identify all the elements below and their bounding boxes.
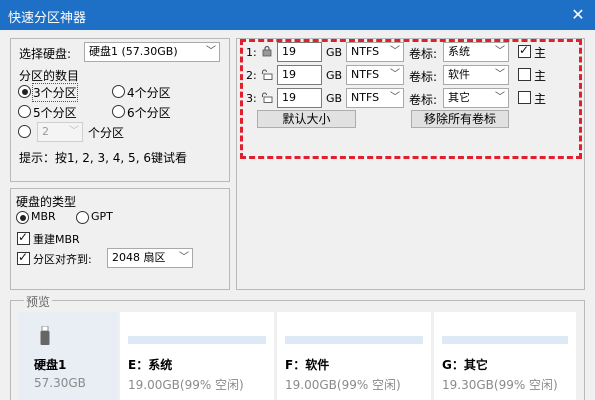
lock-open-icon[interactable] <box>261 68 273 80</box>
title-bar: 快速分区神器 ✕ <box>0 0 595 30</box>
radio-5-partitions[interactable] <box>18 105 31 118</box>
chevron-down-icon: ﹀ <box>495 46 505 57</box>
partition-preview-card[interactable]: F：软件 19.00GB(99% 空闲) <box>277 312 431 400</box>
partition-size-input[interactable]: 19 <box>277 88 322 108</box>
usage-bar <box>285 336 423 344</box>
radio-6-partitions-label: 6个分区 <box>127 106 171 120</box>
primary-partition-label: 主 <box>534 46 547 60</box>
radio-3-partitions[interactable] <box>18 85 31 98</box>
filesystem-value: NTFS <box>351 45 380 58</box>
lock-closed-icon[interactable] <box>261 45 273 57</box>
usb-drive-icon <box>40 326 50 345</box>
partition-index: 3: <box>246 92 257 105</box>
partition-preview-title: G：其它 <box>442 358 488 372</box>
default-size-button[interactable]: 默认大小 <box>257 110 356 128</box>
radio-3-partitions-label: 3个分区 <box>32 83 78 102</box>
primary-partition-label: 主 <box>534 92 547 106</box>
radio-gpt[interactable] <box>76 211 89 224</box>
disk-size: 57.30GB <box>34 376 86 390</box>
size-unit: GB <box>326 46 343 59</box>
rebuild-mbr-label: 重建MBR <box>33 233 80 246</box>
chevron-down-icon: ﹀ <box>179 252 189 263</box>
partition-preview-detail: 19.00GB(99% 空闲) <box>128 378 244 392</box>
filesystem-select[interactable]: NTFS ﹀ <box>346 42 404 62</box>
volume-label-caption: 卷标: <box>409 93 438 107</box>
window-title: 快速分区神器 <box>8 11 87 26</box>
partition-index: 1: <box>246 46 257 59</box>
partition-count-heading: 分区的数目 <box>19 69 80 83</box>
partition-size-input[interactable]: 19 <box>277 42 322 62</box>
volume-label-value: 软件 <box>448 68 470 81</box>
partition-preview-detail: 19.00GB(99% 空闲) <box>285 378 401 392</box>
chevron-down-icon: ﹀ <box>390 69 400 80</box>
partition-preview-card[interactable]: G：其它 19.30GB(99% 空闲) <box>434 312 576 400</box>
chevron-down-icon: ﹀ <box>390 92 400 103</box>
disk-select-label: 选择硬盘: <box>19 47 72 61</box>
chevron-down-icon: ﹀ <box>495 92 505 103</box>
radio-gpt-label: GPT <box>91 210 113 223</box>
chevron-down-icon: ﹀ <box>390 46 400 57</box>
usage-bar <box>442 336 568 344</box>
size-unit: GB <box>326 69 343 82</box>
filesystem-value: NTFS <box>351 91 380 104</box>
radio-custom-partitions[interactable] <box>18 125 31 138</box>
volume-label-select[interactable]: 系统 ﹀ <box>443 42 509 62</box>
disk-select-value: 硬盘1 (57.30GB) <box>89 45 178 58</box>
close-icon[interactable]: ✕ <box>567 4 589 26</box>
primary-partition-checkbox[interactable] <box>518 43 531 58</box>
radio-5-partitions-label: 5个分区 <box>33 106 77 120</box>
lock-open-icon[interactable] <box>261 91 273 103</box>
volume-label-select[interactable]: 软件 ﹀ <box>443 65 509 85</box>
rebuild-mbr-checkbox[interactable] <box>17 230 30 245</box>
primary-partition-label: 主 <box>534 69 547 83</box>
volume-label-value: 其它 <box>448 91 470 104</box>
volume-label-value: 系统 <box>448 45 470 58</box>
disk-select[interactable]: 硬盘1 (57.30GB) ﹀ <box>84 42 220 62</box>
custom-partition-count-select[interactable]: 2 ﹀ <box>37 122 83 142</box>
align-sector-select[interactable]: 2048 扇区 ﹀ <box>107 248 193 268</box>
partition-preview-detail: 19.30GB(99% 空闲) <box>442 378 558 392</box>
volume-label-caption: 卷标: <box>409 70 438 84</box>
remove-all-labels-button[interactable]: 移除所有卷标 <box>411 110 509 128</box>
radio-mbr[interactable] <box>16 211 29 224</box>
radio-6-partitions[interactable] <box>112 105 125 118</box>
primary-partition-checkbox[interactable] <box>518 68 531 81</box>
filesystem-select[interactable]: NTFS ﹀ <box>346 88 404 108</box>
disk-summary: 硬盘1 57.30GB <box>18 312 118 400</box>
align-partitions-checkbox[interactable] <box>17 250 30 265</box>
filesystem-select[interactable]: NTFS ﹀ <box>346 65 404 85</box>
chevron-down-icon: ﹀ <box>69 126 79 137</box>
disk-type-heading: 硬盘的类型 <box>16 195 77 209</box>
usage-bar <box>128 336 266 344</box>
partition-index: 2: <box>246 69 257 82</box>
chevron-down-icon: ﹀ <box>495 69 505 80</box>
size-unit: GB <box>326 92 343 105</box>
custom-partition-count-value: 2 <box>42 125 49 138</box>
partition-preview-card[interactable]: E：系统 19.00GB(99% 空闲) <box>120 312 274 400</box>
keyboard-hint: 提示：按1, 2, 3, 4, 5, 6键试看 <box>19 151 187 165</box>
radio-mbr-label: MBR <box>31 210 56 223</box>
radio-4-partitions-label: 4个分区 <box>127 86 171 100</box>
disk-name: 硬盘1 <box>34 358 67 372</box>
radio-4-partitions[interactable] <box>112 85 125 98</box>
volume-label-caption: 卷标: <box>409 47 438 61</box>
volume-label-select[interactable]: 其它 ﹀ <box>443 88 509 108</box>
primary-partition-checkbox[interactable] <box>518 91 531 104</box>
partition-size-input[interactable]: 19 <box>277 65 322 85</box>
align-partitions-label: 分区对齐到: <box>33 253 92 266</box>
preview-heading: 预览 <box>24 293 53 310</box>
partition-preview-title: E：系统 <box>128 358 173 372</box>
custom-partition-suffix: 个分区 <box>88 126 125 140</box>
align-sector-value: 2048 扇区 <box>112 251 166 264</box>
chevron-down-icon: ﹀ <box>206 46 216 57</box>
partition-preview-title: F：软件 <box>285 358 330 372</box>
filesystem-value: NTFS <box>351 68 380 81</box>
